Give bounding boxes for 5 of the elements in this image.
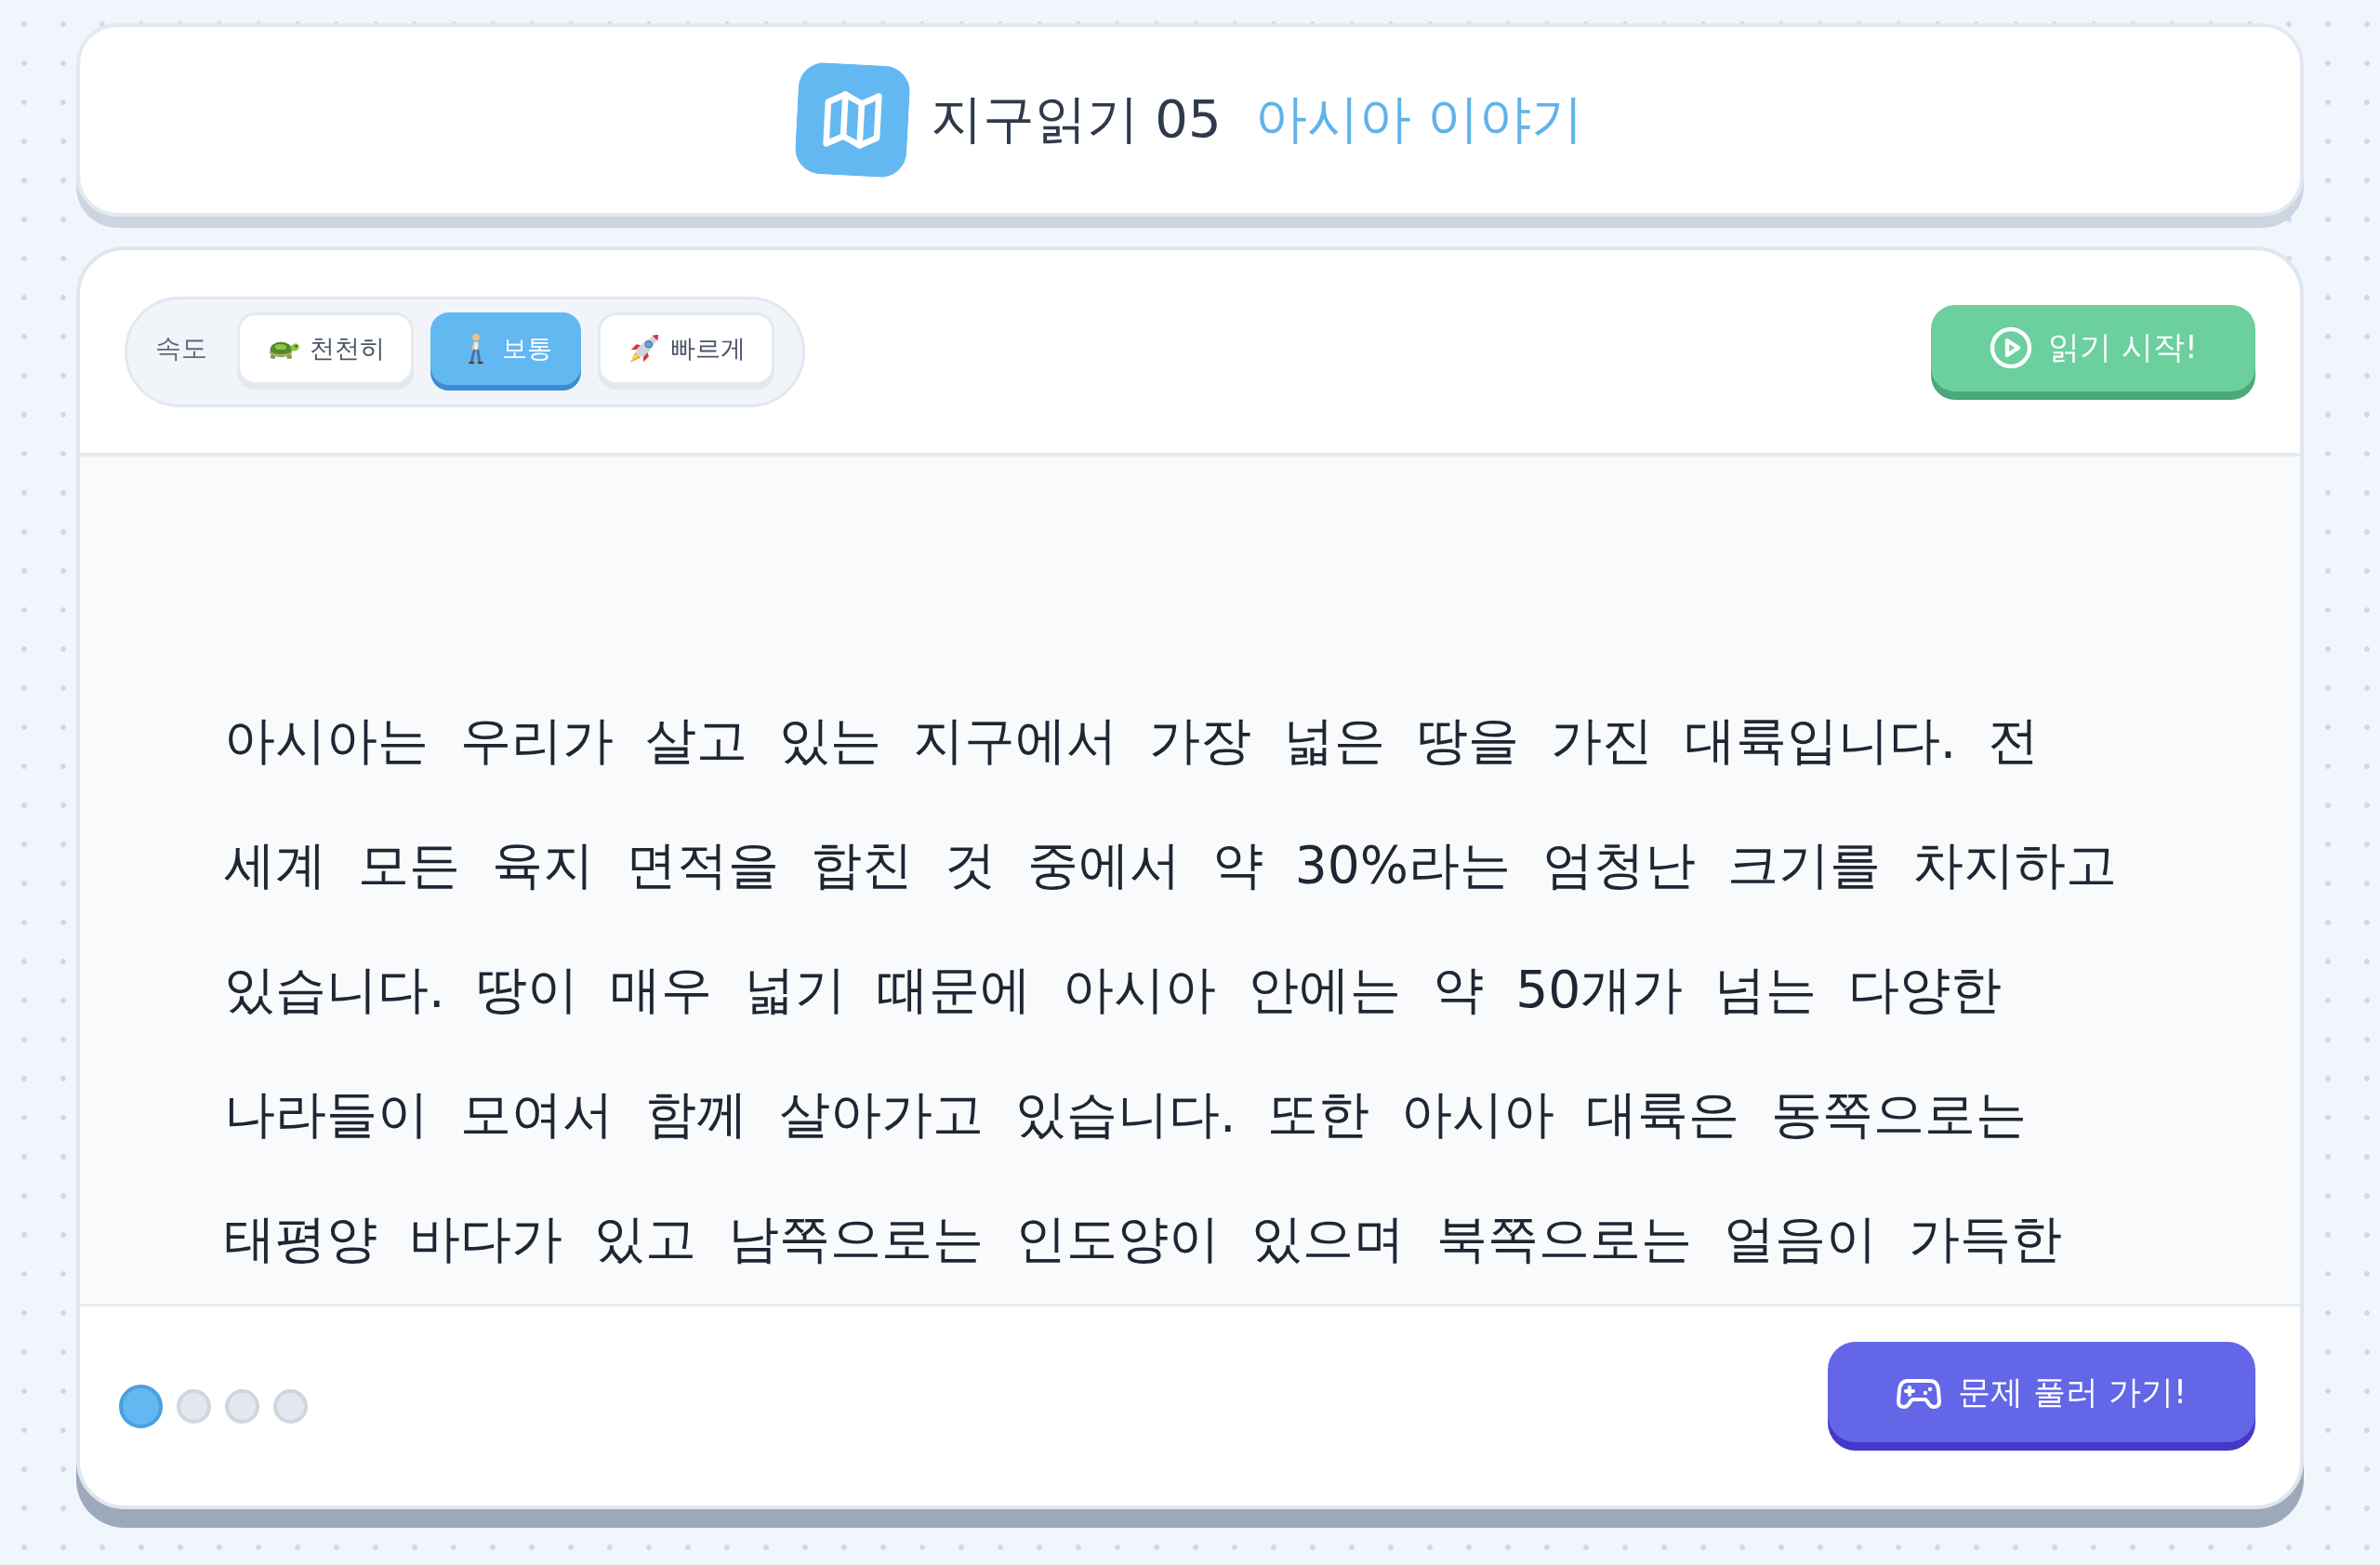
passage-text: 아시아는 우리가 살고 있는 지구에서 가장 넓은 땅을 가진 대륙입니다. 전 세계 모든 육지 면적을 합친 것 중에서 약 30%라는 엄청난 크기를 차지하고 있습니다. 땅이 매우 넓기 때문에 아시아 안에는 약 50개가 넘는 다양한 나라들이 모여서 함께 살아가고 있습니다. 또한 아시아 대륙은 동쪽으로는 태평양 바다가 있고 남쪽으로는 인도양이 있으며 북쪽으로는 얼음이 가득한	[224, 710, 2119, 1270]
lesson-subtitle: 아시아 이야기	[1254, 87, 1584, 151]
speed-label: 속도	[155, 332, 207, 365]
play-icon	[1989, 325, 2034, 370]
lesson-title: 지구읽기 05	[930, 87, 1222, 151]
